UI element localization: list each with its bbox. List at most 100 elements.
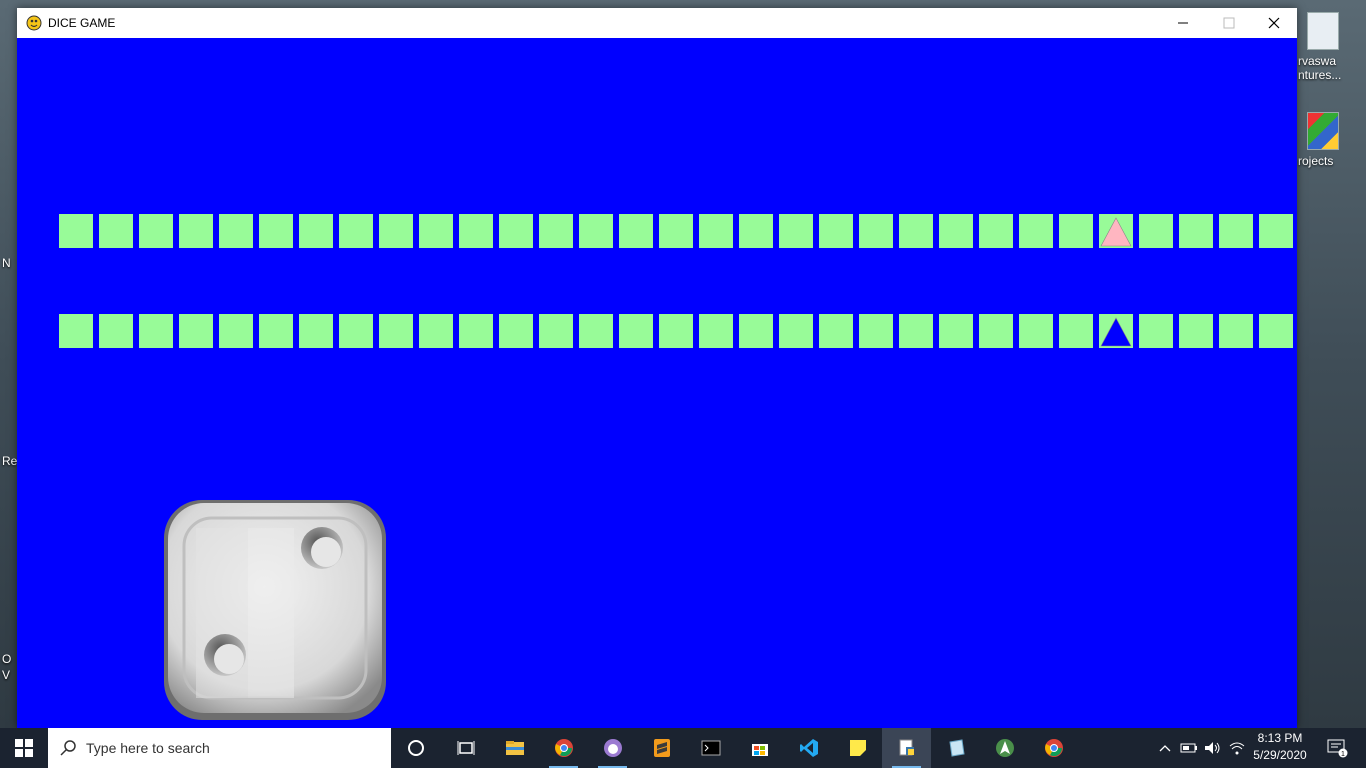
board-cell xyxy=(659,314,693,348)
notification-icon: 1 xyxy=(1327,739,1348,758)
desktop-icon-fragment: Re xyxy=(2,454,18,468)
board-cell xyxy=(1259,314,1293,348)
folder-icon xyxy=(1307,112,1339,150)
board-cell xyxy=(859,314,893,348)
board-cell xyxy=(619,314,653,348)
board-cell xyxy=(1059,314,1093,348)
search-icon xyxy=(60,740,76,756)
board-cell xyxy=(59,314,93,348)
board-cell xyxy=(1019,214,1053,248)
taskbar-button-microsoft-store[interactable] xyxy=(735,728,784,768)
title-bar[interactable]: DICE GAME xyxy=(17,8,1297,38)
game-canvas[interactable] xyxy=(17,38,1297,728)
taskbar-button-sticky-notes[interactable] xyxy=(833,728,882,768)
board-cell xyxy=(139,314,173,348)
document-icon xyxy=(1307,12,1339,50)
board-cell xyxy=(1059,214,1093,248)
taskbar-button-chrome[interactable] xyxy=(539,728,588,768)
board-cell xyxy=(299,314,333,348)
board-cell xyxy=(499,214,533,248)
board-cell xyxy=(1099,314,1133,348)
sublime-text-icon xyxy=(653,739,670,757)
vscode-icon xyxy=(799,739,818,757)
file-explorer-icon xyxy=(505,741,524,755)
taskbar-button-github-desktop[interactable] xyxy=(588,728,637,768)
taskbar-button-chrome[interactable] xyxy=(1029,728,1078,768)
volume-icon xyxy=(1205,742,1220,754)
start-button[interactable] xyxy=(0,728,48,768)
board-cell xyxy=(1099,214,1133,248)
battery-button[interactable] xyxy=(1178,728,1200,768)
board-cell xyxy=(339,314,373,348)
board-cell xyxy=(619,214,653,248)
maximize-icon xyxy=(1223,17,1235,29)
board-cell xyxy=(1019,314,1053,348)
close-icon xyxy=(1268,17,1280,29)
taskbar-button-sublime-text[interactable] xyxy=(637,728,686,768)
minimize-button[interactable] xyxy=(1160,8,1206,38)
network-button[interactable] xyxy=(1226,728,1248,768)
clock-time: 8:13 PM xyxy=(1257,731,1303,745)
dice-pip-highlight xyxy=(311,537,341,567)
maximize-button[interactable] xyxy=(1206,8,1252,38)
desktop-icon-ventures[interactable]: rvaswa ntures... xyxy=(1290,12,1356,82)
board-cell xyxy=(379,214,413,248)
board-cell xyxy=(1219,214,1253,248)
board-cell xyxy=(219,314,253,348)
board-cell xyxy=(979,214,1013,248)
board-cell xyxy=(579,314,613,348)
clock[interactable]: 8:13 PM 5/29/2020 xyxy=(1250,730,1310,764)
dice[interactable] xyxy=(162,498,388,722)
board-cell xyxy=(259,214,293,248)
desktop-icon-fragment: O xyxy=(2,652,12,666)
player1-token-triangle-icon xyxy=(1100,217,1132,247)
desktop-icon-fragment: N xyxy=(2,256,11,270)
notepad-icon xyxy=(948,739,965,757)
close-button[interactable] xyxy=(1251,8,1297,38)
taskbar-button-vscode[interactable] xyxy=(784,728,833,768)
board-cell xyxy=(819,214,853,248)
board-cell xyxy=(899,314,933,348)
show-hidden-icons-button[interactable] xyxy=(1155,728,1175,768)
taskbar-button-android-studio[interactable] xyxy=(980,728,1029,768)
volume-button[interactable] xyxy=(1202,728,1224,768)
board-cell xyxy=(1139,314,1173,348)
task-view-icon xyxy=(457,741,474,755)
taskbar-button-cortana[interactable] xyxy=(391,728,441,768)
board-cell xyxy=(459,214,493,248)
board-cell xyxy=(659,214,693,248)
board-cell xyxy=(899,214,933,248)
board-cell xyxy=(699,214,733,248)
board-cell xyxy=(179,314,213,348)
desktop-icon-projects[interactable]: rojects xyxy=(1290,112,1356,168)
search-box[interactable]: Type here to search xyxy=(48,728,391,768)
board-cell xyxy=(1179,314,1213,348)
battery-icon xyxy=(1180,743,1197,753)
board-cell xyxy=(99,314,133,348)
cortana-icon xyxy=(408,740,424,756)
taskbar-button-terminal[interactable] xyxy=(686,728,735,768)
dice-game-window: DICE GAME xyxy=(17,8,1297,728)
board-cell xyxy=(939,214,973,248)
board-cell xyxy=(859,214,893,248)
taskbar-button-task-view[interactable] xyxy=(441,728,490,768)
board-cell xyxy=(299,214,333,248)
board-cell xyxy=(59,214,93,248)
board-cell xyxy=(939,314,973,348)
action-center-button[interactable]: 1 xyxy=(1320,728,1354,768)
chrome-icon xyxy=(1044,739,1063,757)
board-cell xyxy=(1259,214,1293,248)
board-cell xyxy=(779,214,813,248)
window-title: DICE GAME xyxy=(48,16,116,30)
board-cell xyxy=(819,314,853,348)
desktop-icon-fragment: V xyxy=(2,668,11,682)
taskbar-button-python-idle[interactable] xyxy=(882,728,931,768)
taskbar-button-notepad[interactable] xyxy=(931,728,980,768)
desktop-icon-label: rojects xyxy=(1298,154,1334,168)
board-cell xyxy=(579,214,613,248)
microsoft-store-icon xyxy=(751,744,768,756)
github-desktop-icon xyxy=(603,739,622,757)
board-cell xyxy=(979,314,1013,348)
taskbar-button-file-explorer[interactable] xyxy=(490,728,539,768)
board-cell xyxy=(419,214,453,248)
